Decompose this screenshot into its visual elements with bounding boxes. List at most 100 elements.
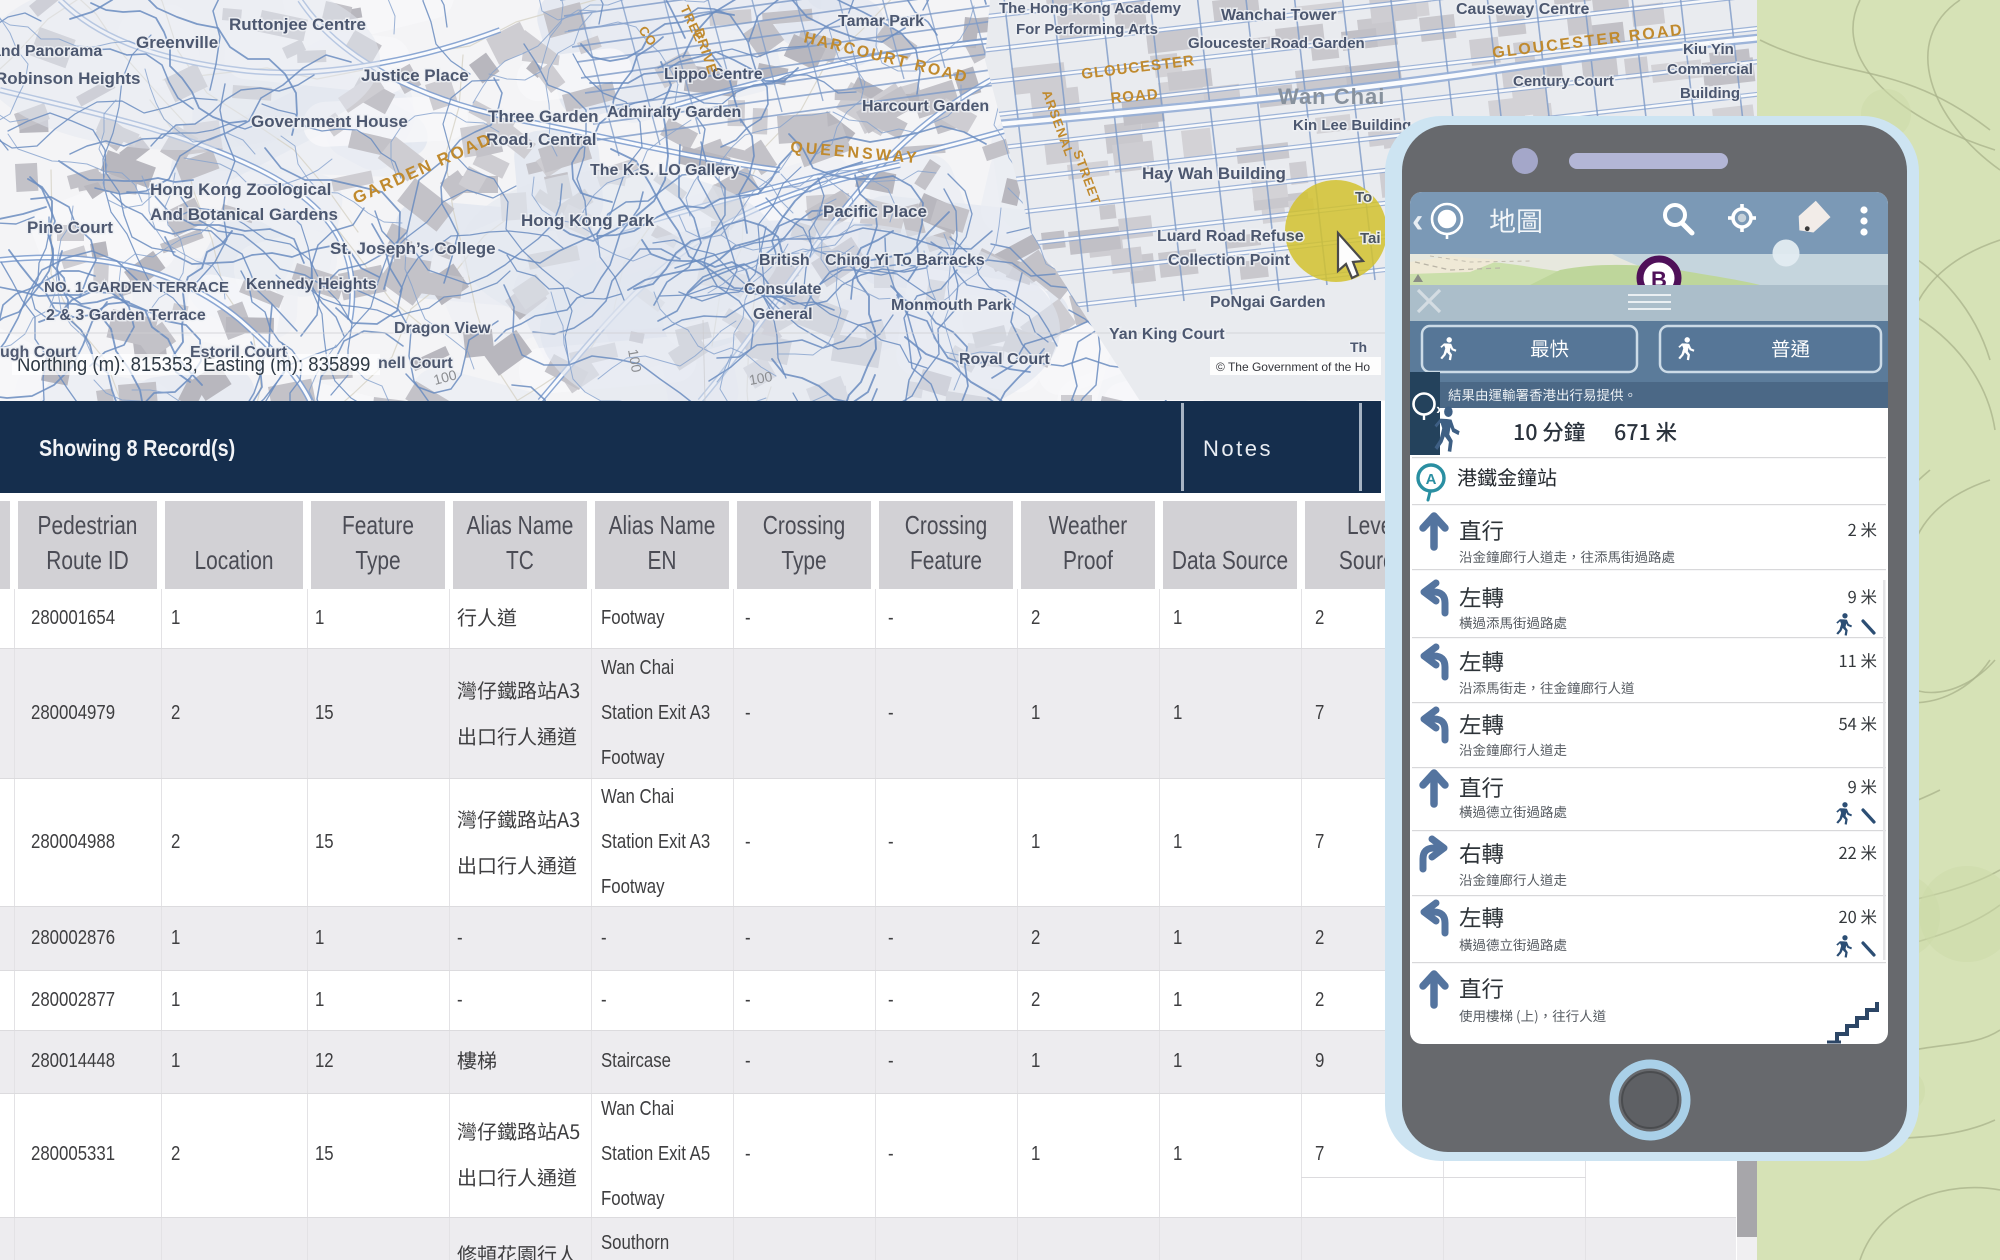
- svg-text:Yan King Court: Yan King Court: [1109, 326, 1225, 343]
- svg-text:1: 1: [1173, 605, 1182, 628]
- svg-text:Notes: Notes: [1203, 436, 1273, 461]
- svg-text:1: 1: [171, 987, 180, 1010]
- svg-text:-: -: [888, 605, 894, 628]
- svg-text:Collection Point: Collection Point: [1168, 252, 1290, 269]
- svg-text:Data Source: Data Source: [1172, 546, 1288, 574]
- svg-text:EN: EN: [647, 546, 676, 574]
- svg-text:9: 9: [1315, 1048, 1324, 1071]
- svg-text:›: ›: [1436, 401, 1441, 418]
- svg-text:Pedestrian: Pedestrian: [38, 511, 138, 539]
- svg-text:Crossing: Crossing: [763, 511, 845, 539]
- svg-text:Road, Central: Road, Central: [486, 130, 597, 149]
- svg-text:Royal Court: Royal Court: [959, 351, 1050, 368]
- svg-text:1: 1: [1173, 700, 1182, 723]
- svg-text:Admiralty Garden: Admiralty Garden: [607, 104, 741, 121]
- svg-text:-: -: [745, 987, 751, 1010]
- svg-text:Type: Type: [355, 546, 400, 574]
- svg-text:1: 1: [1031, 829, 1040, 852]
- svg-text:Station Exit A3: Station Exit A3: [601, 829, 710, 852]
- svg-text:-: -: [888, 925, 894, 948]
- svg-text:Ruttonjee Centre: Ruttonjee Centre: [229, 15, 366, 34]
- svg-text:2: 2: [171, 829, 180, 852]
- svg-text:1: 1: [171, 1048, 180, 1071]
- svg-text:Station Exit A3: Station Exit A3: [601, 700, 710, 723]
- svg-text:Kennedy Heights: Kennedy Heights: [246, 276, 377, 293]
- svg-text:Greenville: Greenville: [136, 33, 218, 52]
- svg-text:Staircase: Staircase: [601, 1048, 671, 1071]
- svg-text:Commercial: Commercial: [1667, 61, 1753, 78]
- svg-text:-: -: [888, 700, 894, 723]
- svg-text:280001654: 280001654: [31, 605, 115, 628]
- svg-text:Footway: Footway: [601, 874, 665, 897]
- svg-text:280014448: 280014448: [31, 1048, 115, 1071]
- svg-text:-: -: [457, 987, 463, 1010]
- svg-text:Building: Building: [1680, 85, 1740, 102]
- svg-text:Showing 8 Record(s): Showing 8 Record(s): [39, 434, 235, 461]
- svg-text:1: 1: [171, 925, 180, 948]
- svg-text:12: 12: [315, 1048, 334, 1071]
- svg-text:Hong Kong Park: Hong Kong Park: [521, 211, 655, 230]
- svg-text:Route ID: Route ID: [46, 546, 128, 574]
- svg-text:Footway: Footway: [601, 745, 665, 768]
- svg-text:TC: TC: [506, 546, 534, 574]
- svg-text:1: 1: [1031, 1048, 1040, 1071]
- svg-text:2: 2: [171, 700, 180, 723]
- svg-text:Luard Road Refuse: Luard Road Refuse: [1157, 228, 1304, 245]
- svg-text:© The Government of the Ho: © The Government of the Ho: [1216, 360, 1370, 374]
- svg-text:Robinson Heights: Robinson Heights: [0, 69, 140, 88]
- svg-text:7: 7: [1315, 1141, 1324, 1164]
- svg-text:Ching Yi To Barracks: Ching Yi To Barracks: [825, 252, 985, 269]
- svg-text:PoNgai Garden: PoNgai Garden: [1210, 294, 1326, 311]
- svg-text:Monmouth Park: Monmouth Park: [891, 297, 1012, 314]
- svg-text:Government House: Government House: [251, 112, 408, 131]
- svg-text:Hay Wah Building: Hay Wah Building: [1142, 164, 1286, 183]
- svg-text:Weather: Weather: [1049, 511, 1128, 539]
- svg-text:Location: Location: [195, 546, 274, 574]
- svg-text:-: -: [745, 700, 751, 723]
- svg-text:For Performing Arts: For Performing Arts: [1016, 21, 1158, 38]
- svg-text:ugh Court: ugh Court: [0, 344, 77, 361]
- svg-text:1: 1: [1031, 1141, 1040, 1164]
- svg-text:280002877: 280002877: [31, 987, 115, 1010]
- svg-text:1: 1: [315, 925, 324, 948]
- svg-text:NO. 1 GARDEN TERRACE: NO. 1 GARDEN TERRACE: [44, 279, 229, 296]
- svg-text:Gloucester Road Garden: Gloucester Road Garden: [1188, 35, 1365, 52]
- svg-text:-: -: [745, 925, 751, 948]
- svg-text:Th: Th: [1350, 339, 1367, 355]
- svg-text:The K.S. LO Gallery: The K.S. LO Gallery: [590, 162, 739, 179]
- svg-text:Harcourt Garden: Harcourt Garden: [862, 98, 989, 115]
- svg-text:-: -: [457, 925, 463, 948]
- svg-text:St. Joseph’s College: St. Joseph’s College: [330, 239, 496, 258]
- svg-text:1: 1: [171, 605, 180, 628]
- svg-text:and Panorama: and Panorama: [0, 43, 102, 60]
- svg-text:2: 2: [1315, 987, 1324, 1010]
- svg-text:1: 1: [1031, 700, 1040, 723]
- svg-text:Station Exit A5: Station Exit A5: [601, 1141, 710, 1164]
- svg-text:Wan Chai: Wan Chai: [1278, 84, 1385, 109]
- svg-text:280004988: 280004988: [31, 829, 115, 852]
- svg-text:-: -: [745, 1048, 751, 1071]
- svg-text:General: General: [753, 306, 813, 323]
- svg-text:Three Garden: Three Garden: [488, 107, 599, 126]
- svg-text:British: British: [759, 252, 810, 269]
- svg-text:-: -: [601, 925, 607, 948]
- svg-text:280004979: 280004979: [31, 700, 115, 723]
- svg-text:2: 2: [1031, 605, 1040, 628]
- svg-text:Wanchai Tower: Wanchai Tower: [1221, 7, 1337, 24]
- svg-text:Wan Chai: Wan Chai: [601, 1096, 674, 1119]
- svg-text:Estoril Court: Estoril Court: [190, 344, 288, 361]
- svg-text:Kiu Yin: Kiu Yin: [1683, 41, 1734, 58]
- svg-text:Justice Place: Justice Place: [361, 66, 469, 85]
- svg-text:15: 15: [315, 1141, 334, 1164]
- svg-text:1: 1: [1173, 987, 1182, 1010]
- svg-text:7: 7: [1315, 829, 1324, 852]
- svg-text:A: A: [1426, 471, 1437, 488]
- svg-text:And Botanical Gardens: And Botanical Gardens: [150, 205, 338, 224]
- svg-text:15: 15: [315, 700, 334, 723]
- svg-text:Century Court: Century Court: [1513, 73, 1614, 90]
- svg-text:-: -: [745, 829, 751, 852]
- svg-text:2: 2: [1315, 605, 1324, 628]
- svg-text:Alias Name: Alias Name: [609, 511, 716, 539]
- svg-text:1: 1: [1173, 829, 1182, 852]
- svg-text:Dragon View: Dragon View: [394, 320, 491, 337]
